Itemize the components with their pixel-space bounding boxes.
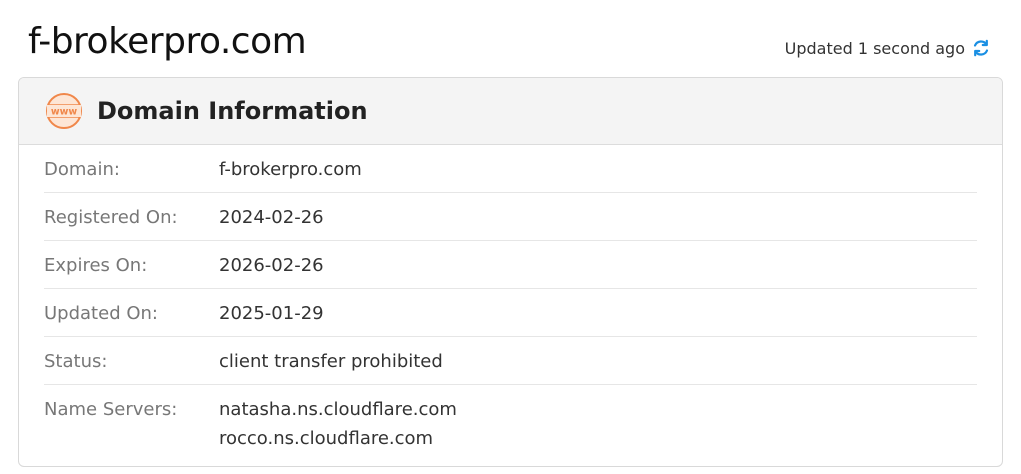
- row-registered-on: Registered On: 2024-02-26: [44, 193, 977, 241]
- row-label: Domain:: [44, 159, 120, 180]
- page-title: f-brokerpro.com: [28, 21, 307, 62]
- row-status: Status: client transfer prohibited: [44, 337, 977, 385]
- row-label: Status:: [44, 351, 108, 372]
- row-label: Registered On:: [44, 207, 178, 228]
- row-value: client transfer prohibited: [219, 351, 443, 372]
- refresh-icon[interactable]: [971, 38, 991, 58]
- row-value: f-brokerpro.com: [219, 159, 362, 180]
- updated-status: Updated 1 second ago: [785, 38, 991, 58]
- row-domain: Domain: f-brokerpro.com: [44, 145, 977, 193]
- card-header: www Domain Information: [19, 78, 1002, 145]
- domain-info-card: www Domain Information Domain: f-brokerp…: [18, 77, 1003, 467]
- row-label: Name Servers:: [44, 399, 178, 420]
- row-value: 2025-01-29: [219, 303, 324, 324]
- www-icon: www: [45, 92, 83, 130]
- row-label: Expires On:: [44, 255, 148, 276]
- updated-text: Updated 1 second ago: [784, 38, 965, 58]
- info-rows: Domain: f-brokerpro.com Registered On: 2…: [19, 145, 1002, 453]
- name-server: rocco.ns.cloudflare.com: [219, 428, 434, 449]
- row-updated-on: Updated On: 2025-01-29: [44, 289, 977, 337]
- name-server: natasha.ns.cloudflare.com: [219, 399, 457, 420]
- row-name-servers: Name Servers: natasha.ns.cloudflare.com …: [44, 385, 977, 453]
- row-expires-on: Expires On: 2026-02-26: [44, 241, 977, 289]
- row-value: 2024-02-26: [219, 207, 324, 228]
- row-value: 2026-02-26: [219, 255, 324, 276]
- card-title: Domain Information: [97, 97, 368, 125]
- row-label: Updated On:: [44, 303, 158, 324]
- www-icon-label: www: [51, 107, 78, 118]
- row-value: natasha.ns.cloudflare.com rocco.ns.cloud…: [219, 385, 457, 453]
